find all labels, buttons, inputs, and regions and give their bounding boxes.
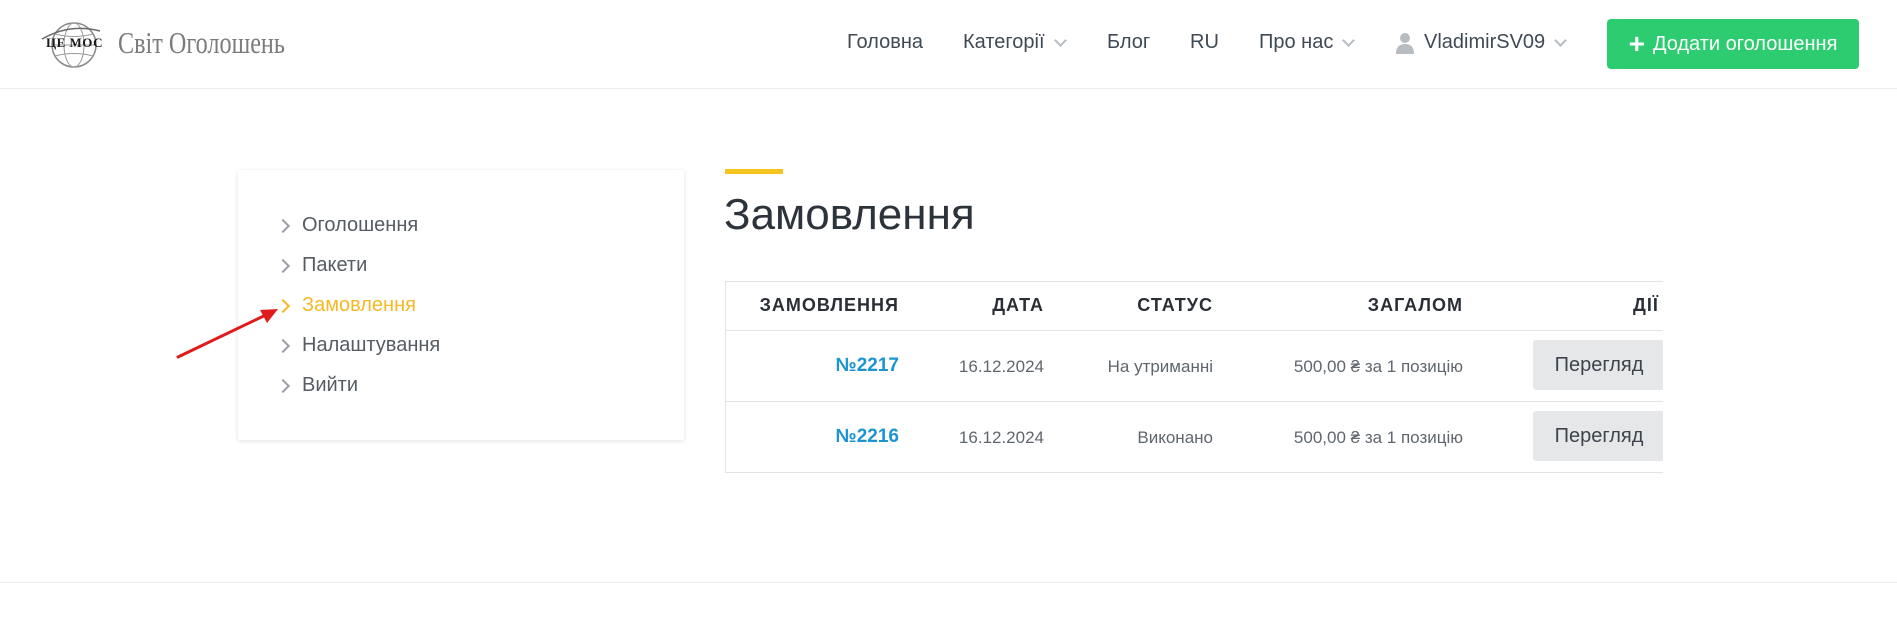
sidebar-item-label: Замовлення: [302, 294, 416, 316]
chevron-down-icon: [1554, 33, 1568, 47]
header-order: ЗАМОВЛЕННЯ: [759, 295, 899, 315]
order-status: На утриманні: [1107, 357, 1213, 376]
sidebar-item-listings[interactable]: Оголошення: [275, 214, 419, 237]
chevron-right-icon: [275, 258, 291, 273]
nav-user-label: VladimirSV09: [1424, 31, 1546, 53]
orders-table: ЗАМОВЛЕННЯ ДАТА СТАТУС ЗАГАЛОМ ДІЇ №2217…: [725, 281, 1663, 473]
site-header: ЦЕ МОС Світ Оголошень Головна Категорії …: [0, 0, 1897, 89]
title-accent-line: [725, 169, 783, 174]
nav-user-menu[interactable]: VladimirSV09: [1396, 31, 1568, 54]
chevron-down-icon: [1342, 33, 1356, 47]
sidebar-item-orders[interactable]: Замовлення: [275, 294, 416, 317]
chevron-down-icon: [1053, 33, 1067, 47]
order-number-link[interactable]: №2217: [836, 355, 899, 377]
view-order-button[interactable]: Перегляд: [1533, 411, 1663, 461]
logo-text: Світ Оголошень: [118, 25, 285, 60]
order-total: 500,00 ₴ за 1 позицію: [1293, 428, 1463, 447]
sidebar-item-settings[interactable]: Налаштування: [275, 334, 441, 357]
nav-blog[interactable]: Блог: [1107, 31, 1150, 54]
sidebar-item-label: Налаштування: [302, 334, 441, 356]
sidebar-item-label: Оголошення: [302, 214, 419, 236]
order-status: Виконано: [1137, 428, 1213, 447]
site-logo[interactable]: ЦЕ МОС Світ Оголошень: [40, 19, 285, 71]
sidebar-item-logout[interactable]: Вийти: [275, 374, 359, 397]
header-date: ДАТА: [992, 295, 1044, 315]
nav-about[interactable]: Про нас: [1259, 31, 1356, 54]
annotation-arrow-icon: [176, 309, 278, 359]
user-icon: [1396, 32, 1414, 54]
logo-mark: ЦЕ МОС: [46, 35, 103, 50]
order-number-link[interactable]: №2216: [836, 426, 899, 448]
footer-divider: [0, 582, 1897, 583]
chevron-right-icon: [275, 218, 291, 233]
add-listing-button[interactable]: + Додати оголошення: [1607, 19, 1859, 69]
order-date: 16.12.2024: [958, 357, 1044, 376]
sidebar-item-packages[interactable]: Пакети: [275, 254, 368, 277]
sidebar-item-label: Пакети: [302, 254, 368, 276]
nav-categories[interactable]: Категорії: [963, 31, 1067, 54]
nav-home-label: Головна: [847, 31, 923, 53]
header-actions: ДІЇ: [1633, 295, 1659, 315]
order-total: 500,00 ₴ за 1 позицію: [1293, 357, 1463, 376]
header-status: СТАТУС: [1137, 295, 1213, 315]
nav-about-label: Про нас: [1259, 31, 1334, 53]
plus-icon: +: [1628, 28, 1645, 59]
order-date: 16.12.2024: [958, 428, 1044, 447]
view-order-button[interactable]: Перегляд: [1533, 340, 1663, 390]
nav-language-label: RU: [1190, 31, 1219, 53]
add-listing-label: Додати оголошення: [1652, 32, 1838, 55]
table-row: №2216 16.12.2024 Виконано 500,00 ₴ за 1 …: [726, 402, 1663, 472]
nav-categories-label: Категорії: [963, 31, 1045, 53]
account-sidebar: Оголошення Пакети Замовлення Налаштуванн…: [238, 170, 684, 440]
nav-language[interactable]: RU: [1190, 31, 1219, 54]
table-header-row: ЗАМОВЛЕННЯ ДАТА СТАТУС ЗАГАЛОМ ДІЇ: [726, 282, 1663, 331]
chevron-right-icon: [275, 378, 291, 393]
nav-blog-label: Блог: [1107, 31, 1151, 53]
page-title: Замовлення: [724, 190, 975, 239]
nav-home[interactable]: Головна: [847, 31, 923, 54]
header-total: ЗАГАЛОМ: [1367, 295, 1463, 315]
table-row: №2217 16.12.2024 На утриманні 500,00 ₴ з…: [726, 331, 1663, 402]
sidebar-item-label: Вийти: [302, 374, 359, 396]
